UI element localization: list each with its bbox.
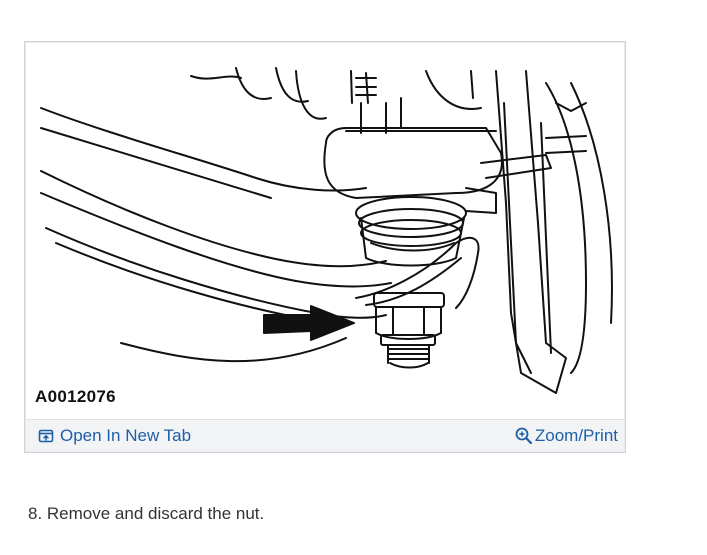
zoom-print-link[interactable]: Zoom/Print [515, 420, 618, 451]
open-in-new-tab-icon [38, 428, 54, 444]
magnifier-plus-icon [515, 427, 533, 445]
figure-id-label: A0012076 [35, 387, 116, 406]
open-in-new-tab-link[interactable]: Open In New Tab [38, 420, 191, 451]
nut-and-stud [373, 292, 445, 369]
instruction-step-text: 8. Remove and discard the nut. [28, 504, 265, 523]
ball-joint-housing [323, 97, 552, 267]
suspension-diagram [26, 43, 624, 417]
figure-card: A0012076 Open In New Tab Zoom/Print [24, 41, 626, 453]
steering-knuckle [495, 70, 613, 394]
upper-component-lines [190, 67, 482, 120]
zoom-print-label: Zoom/Print [534, 425, 618, 445]
figure-toolbar: Open In New Tab Zoom/Print [26, 419, 624, 451]
open-in-new-tab-label: Open In New Tab [60, 425, 192, 445]
